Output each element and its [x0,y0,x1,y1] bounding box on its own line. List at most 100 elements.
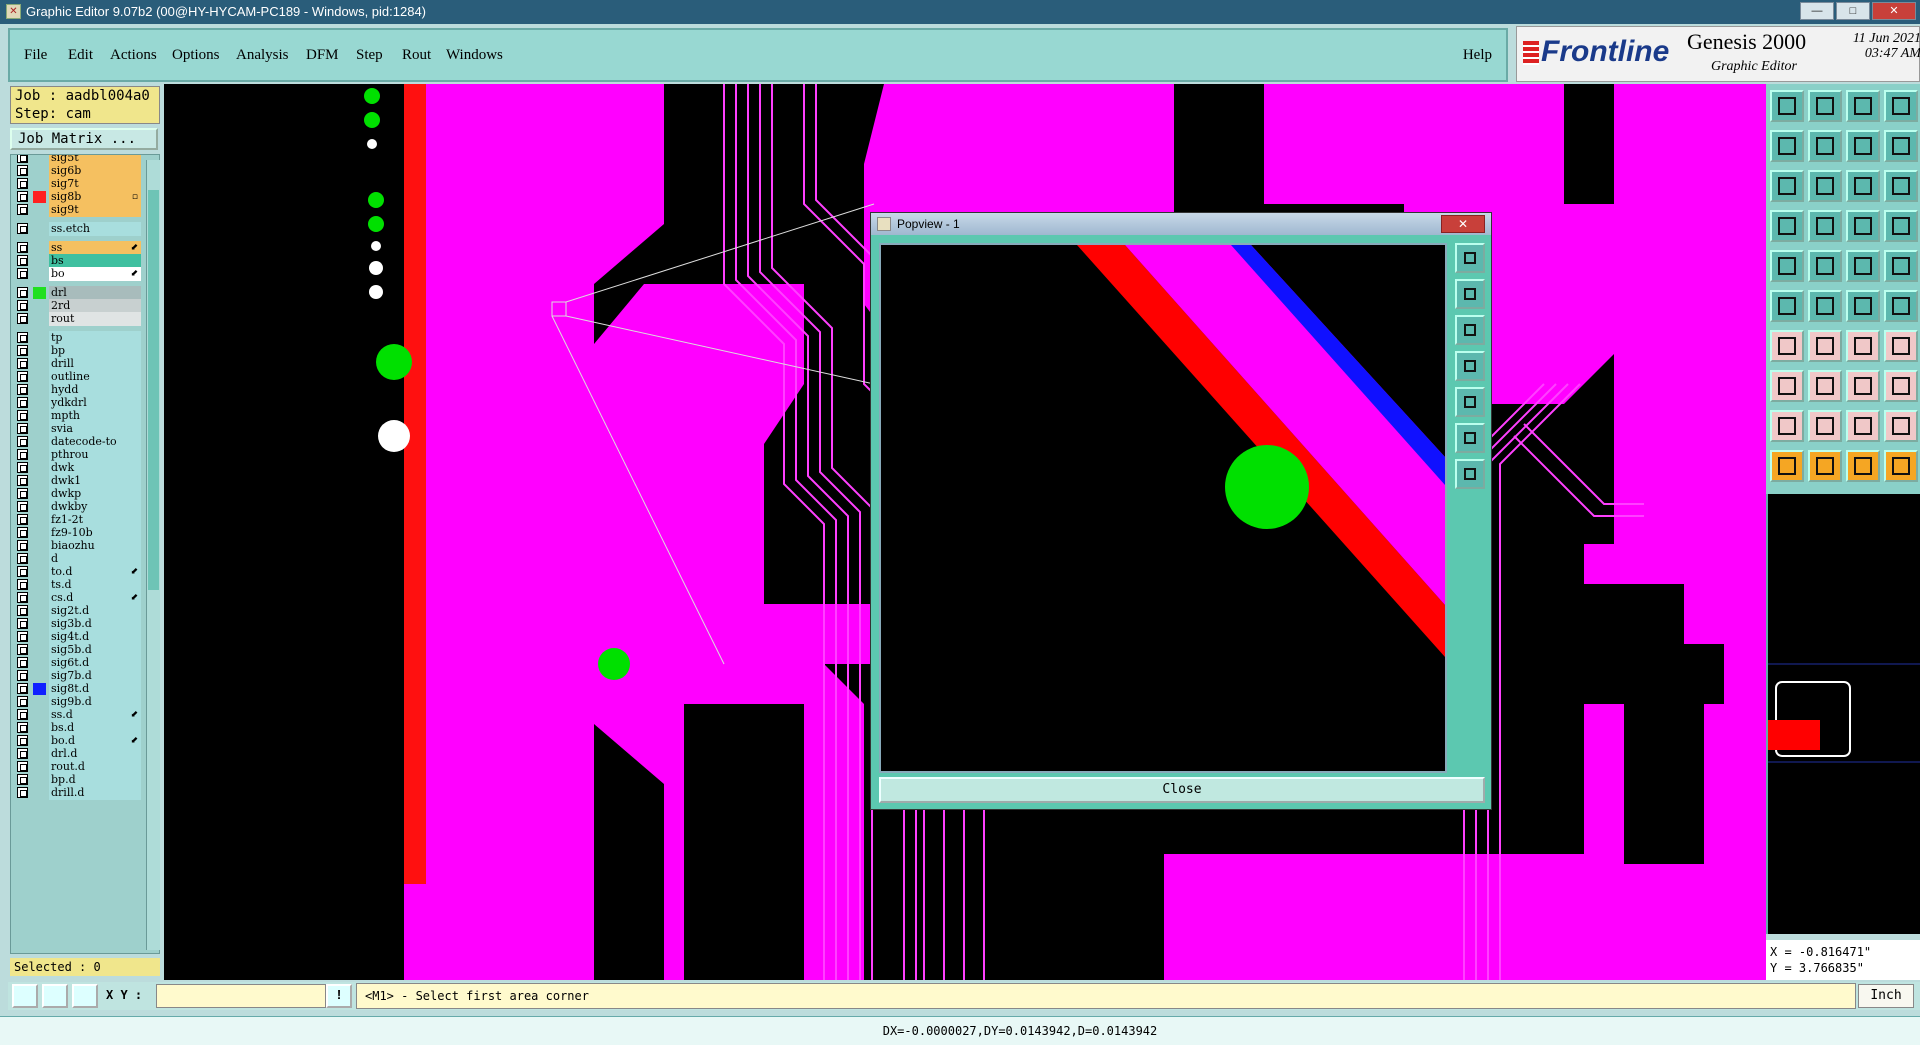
layer-color-swatch[interactable] [33,618,46,630]
triangle-icon[interactable] [1770,410,1804,442]
circle-icon[interactable] [1884,250,1918,282]
layer-name[interactable]: sig6b [49,164,141,178]
layer-color-swatch[interactable] [33,644,46,656]
layer-checkbox[interactable] [17,579,28,590]
scrollbar-thumb[interactable] [148,190,159,590]
layer-row[interactable]: sig5b.d [11,643,159,657]
layer-row[interactable]: tp [11,331,159,345]
layer-checkbox[interactable] [17,488,28,499]
close-button[interactable]: ✕ [1872,2,1916,20]
layer-name[interactable]: biaozhu [49,539,141,553]
select-alt-icon[interactable] [1846,450,1880,482]
layer-row[interactable]: fz9-10b [11,526,159,540]
layer-color-swatch[interactable] [33,722,46,734]
layer-row[interactable]: datecode-to [11,435,159,449]
layer-checkbox[interactable] [17,631,28,642]
popview-tool-icon[interactable] [1455,351,1485,381]
layer-color-swatch[interactable] [33,423,46,435]
layer-checkbox[interactable] [17,423,28,434]
layer-checkbox[interactable] [17,255,28,266]
layer-checkbox[interactable] [17,371,28,382]
layer-color-swatch[interactable] [33,332,46,344]
move-left-icon[interactable] [1770,130,1804,162]
pointer-icon[interactable] [1770,450,1804,482]
layer-color-swatch[interactable] [33,300,46,312]
pan-icon[interactable] [1808,170,1842,202]
layer-name[interactable]: outline [49,370,141,384]
layer-checkbox[interactable] [17,774,28,785]
menu-edit[interactable]: Edit [68,47,93,64]
layer-color-swatch[interactable] [33,462,46,474]
scale-icon[interactable] [1846,170,1880,202]
layer-row[interactable]: sig7b.d [11,669,159,683]
layer-checkbox[interactable] [17,644,28,655]
layer-checkbox[interactable] [17,618,28,629]
move-right-icon[interactable] [1808,130,1842,162]
layer-row[interactable]: rout.d [11,760,159,774]
layer-color-swatch[interactable] [33,540,46,552]
layer-color-swatch[interactable] [33,155,46,164]
layer-row[interactable]: ss.etch [11,222,159,236]
layer-row[interactable]: sig9b.d [11,695,159,709]
layer-name[interactable]: bp.d [49,773,141,787]
layer-checkbox[interactable] [17,287,28,298]
window-icon[interactable] [1884,90,1918,122]
layer-color-swatch[interactable] [33,501,46,513]
layer-checkbox[interactable] [17,475,28,486]
cross-icon[interactable] [1808,290,1842,322]
node-icon[interactable] [1884,290,1918,322]
layer-name[interactable]: svia [49,422,141,436]
ruler-icon[interactable] [1846,250,1880,282]
home-icon[interactable] [1846,90,1880,122]
alert-icon[interactable]: ! [326,984,352,1008]
layer-name[interactable]: ss.d ⬋ [49,708,141,722]
layer-row[interactable]: to.d ⬋ [11,565,159,579]
layer-checkbox[interactable] [17,300,28,311]
menu-dfm[interactable]: DFM [306,47,339,64]
layer-color-swatch[interactable] [33,397,46,409]
mark-icon[interactable] [1770,370,1804,402]
layer-checkbox[interactable] [17,592,28,603]
layer-checkbox[interactable] [17,722,28,733]
layer-name[interactable]: drill.d [49,786,141,800]
layer-color-swatch[interactable] [33,683,46,695]
help-icon[interactable] [1884,170,1918,202]
popview-canvas[interactable] [879,243,1447,773]
layer-color-swatch[interactable] [33,223,46,235]
layer-checkbox[interactable] [17,449,28,460]
layer-color-swatch[interactable] [33,204,46,216]
layer-row[interactable]: drill [11,357,159,371]
layer-checkbox[interactable] [17,670,28,681]
slash-icon[interactable] [1808,330,1842,362]
layer-color-swatch[interactable] [33,242,46,254]
layer-checkbox[interactable] [17,332,28,343]
net-alt-icon[interactable] [1884,210,1918,242]
layer-color-swatch[interactable] [33,488,46,500]
shape-icon[interactable] [1808,410,1842,442]
layer-name[interactable]: fz9-10b [49,526,141,540]
job-matrix-button[interactable]: Job Matrix ... [10,128,158,150]
popview-pan-icon[interactable] [1455,459,1485,489]
layer-name[interactable]: dwkby [49,500,141,514]
layer-row[interactable]: sig3b.d [11,617,159,631]
layer-name[interactable]: sig9b.d [49,695,141,709]
layer-color-swatch[interactable] [33,761,46,773]
layer-color-swatch[interactable] [33,287,46,299]
layer-checkbox[interactable] [17,345,28,356]
menu-help[interactable]: Help [1463,47,1492,64]
layer-checkbox[interactable] [17,748,28,759]
line-icon[interactable] [1808,250,1842,282]
layer-name[interactable]: dwk1 [49,474,141,488]
layer-icon[interactable] [1770,210,1804,242]
layer-name[interactable]: sig5b.d [49,643,141,657]
layer-name[interactable]: bo.d ⬋ [49,734,141,748]
popview-tool-icon[interactable] [1455,279,1485,309]
layer-name[interactable]: bo ⬋ [49,267,141,281]
menu-options[interactable]: Options [172,47,220,64]
layer-name[interactable]: bs [49,254,141,268]
minus-icon[interactable] [1808,370,1842,402]
layer-color-swatch[interactable] [33,371,46,383]
layer-row[interactable]: dwk [11,461,159,475]
minimize-button[interactable]: — [1800,2,1834,20]
layer-color-swatch[interactable] [33,178,46,190]
